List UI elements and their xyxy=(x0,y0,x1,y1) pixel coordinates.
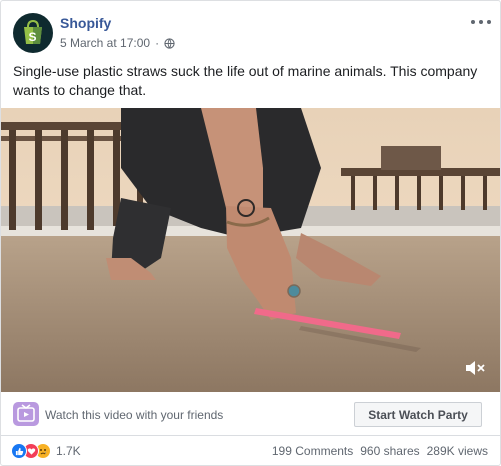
muted-speaker-icon[interactable] xyxy=(464,358,486,378)
facebook-post: S Shopify 5 March at 17:00 · Single-use … xyxy=(0,0,501,466)
meta-separator: · xyxy=(155,36,160,50)
engagement-stats: 1.7K 199 Comments 960 shares 289K views xyxy=(1,437,500,465)
reaction-count: 1.7K xyxy=(56,444,81,458)
watch-party-bar: Watch this video with your friends Start… xyxy=(1,392,500,436)
page-avatar[interactable]: S xyxy=(13,13,53,53)
views-count: 289K views xyxy=(426,444,488,458)
globe-icon[interactable] xyxy=(164,37,175,49)
video-frame xyxy=(1,108,500,392)
shopify-bag-icon: S xyxy=(24,19,42,44)
engagement-counts: 199 Comments 960 shares 289K views xyxy=(272,444,488,458)
more-dot xyxy=(471,20,475,24)
tv-icon xyxy=(17,404,35,422)
comments-count-link[interactable]: 199 Comments xyxy=(272,444,353,458)
page-name-link[interactable]: Shopify xyxy=(60,15,111,31)
post-meta: 5 March at 17:00 · xyxy=(60,36,175,50)
shares-count-link[interactable]: 960 shares xyxy=(360,444,419,458)
reactions-summary[interactable]: 1.7K xyxy=(11,443,81,459)
more-options-icon[interactable] xyxy=(471,15,491,29)
start-watch-party-button[interactable]: Start Watch Party xyxy=(354,402,482,427)
like-reaction-icon xyxy=(11,443,27,459)
video-player[interactable] xyxy=(1,108,500,392)
post-timestamp[interactable]: 5 March at 17:00 xyxy=(60,36,150,50)
svg-text:S: S xyxy=(28,30,36,44)
post-text: Single-use plastic straws suck the life … xyxy=(13,63,478,98)
more-dot xyxy=(479,20,483,24)
more-dot xyxy=(487,20,491,24)
watch-party-prompt: Watch this video with your friends xyxy=(45,408,224,422)
post-header: S Shopify 5 March at 17:00 · xyxy=(13,11,491,55)
watch-party-icon xyxy=(13,402,39,426)
